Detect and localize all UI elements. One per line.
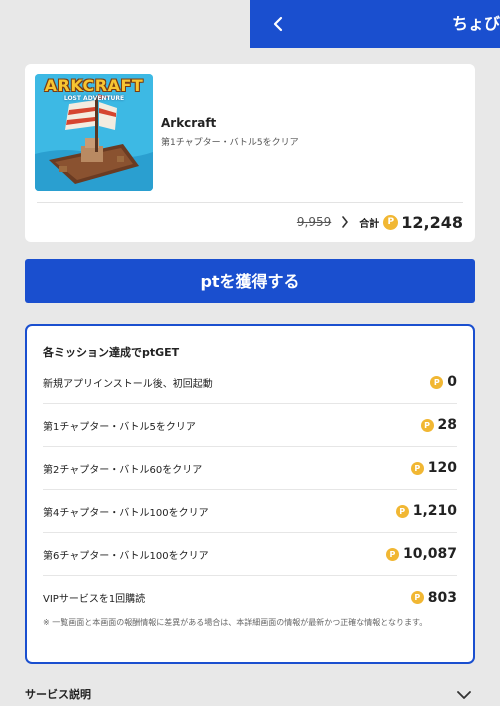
missions-panel: 各ミッション達成でptGET 新規アプリインストール後、初回起動 P 0 第1チ… bbox=[25, 324, 475, 664]
mission-reward-value: 28 bbox=[437, 417, 457, 433]
mission-item: 第6チャプター・バトル100をクリア P 10,087 bbox=[43, 533, 457, 576]
mission-reward: P 1,210 bbox=[395, 503, 457, 519]
old-price: 9,959 bbox=[296, 215, 332, 229]
mission-item: 新規アプリインストール後、初回起動 P 0 bbox=[43, 361, 457, 404]
mission-reward-value: 10,087 bbox=[402, 546, 457, 562]
app-thumbnail: ARKCRAFT LOST ADVENTURE bbox=[35, 74, 153, 191]
point-coin-icon: P bbox=[420, 418, 434, 432]
mission-item: 第2チャプター・バトル60をクリア P 120 bbox=[43, 447, 457, 490]
app-name: Arkcraft bbox=[161, 116, 217, 130]
mission-label: 新規アプリインストール後、初回起動 bbox=[43, 378, 213, 390]
chevron-left-icon bbox=[273, 16, 283, 32]
mission-list: 新規アプリインストール後、初回起動 P 0 第1チャプター・バトル5をクリア P… bbox=[43, 361, 457, 619]
point-coin-icon: P bbox=[430, 375, 444, 389]
earn-points-button[interactable]: ptを獲得する bbox=[25, 259, 475, 303]
point-coin-icon: P bbox=[410, 591, 424, 604]
mission-label: 第4チャプター・バトル100をクリア bbox=[43, 507, 209, 519]
mission-label: 第6チャプター・バトル100をクリア bbox=[43, 550, 209, 562]
app-logo-text: ARKCRAFT bbox=[44, 76, 144, 95]
mission-reward: P 120 bbox=[410, 460, 457, 476]
app-mission: 第1チャプター・バトル5をクリア bbox=[161, 138, 299, 148]
chevron-down-icon bbox=[457, 691, 471, 699]
app-logo-tagline: LOST ADVENTURE bbox=[63, 95, 125, 102]
point-coin-icon: P bbox=[385, 547, 399, 561]
mission-reward: P 28 bbox=[420, 417, 457, 433]
missions-title: 各ミッション達成でptGET bbox=[43, 346, 180, 359]
missions-note: ※ 一覧画面と本画面の報酬情報に差異がある場合は、本詳細画面の情報が最新かつ正確… bbox=[43, 618, 428, 627]
mission-reward-value: 0 bbox=[447, 374, 457, 390]
top-header: ちょび bbox=[250, 0, 500, 48]
app-card[interactable]: ARKCRAFT LOST ADVENTURE Arkcraft 第1チャプター… bbox=[25, 64, 475, 242]
mission-item: VIPサービスを1回購読 P 803 bbox=[43, 576, 457, 619]
chevron-right-icon bbox=[342, 216, 349, 228]
price-row: 9,959 合計 P 12,248 bbox=[297, 210, 463, 234]
mission-reward-value: 120 bbox=[427, 460, 457, 476]
back-button[interactable] bbox=[264, 8, 292, 40]
service-description-toggle[interactable]: サービス説明 bbox=[25, 686, 475, 706]
mission-reward: P 10,087 bbox=[385, 546, 457, 562]
header-title: ちょび bbox=[452, 14, 500, 33]
total-label: 合計 bbox=[359, 218, 380, 230]
total-value: 12,248 bbox=[401, 212, 463, 232]
point-coin-icon: P bbox=[383, 214, 399, 230]
mission-item: 第4チャプター・バトル100をクリア P 1,210 bbox=[43, 490, 457, 533]
mission-label: 第1チャプター・バトル5をクリア bbox=[43, 421, 196, 433]
point-coin-icon: P bbox=[410, 461, 424, 475]
point-coin-icon: P bbox=[395, 504, 409, 518]
card-divider bbox=[37, 202, 463, 203]
mission-label: VIPサービスを1回購読 bbox=[43, 594, 146, 605]
mission-item: 第1チャプター・バトル5をクリア P 28 bbox=[43, 404, 457, 447]
mission-reward-value: 1,210 bbox=[412, 503, 457, 519]
mission-reward: P 0 bbox=[430, 374, 457, 390]
mission-reward: P 803 bbox=[410, 589, 457, 606]
mission-label: 第2チャプター・バトル60をクリア bbox=[43, 464, 203, 476]
mission-reward-value: 803 bbox=[427, 589, 457, 606]
